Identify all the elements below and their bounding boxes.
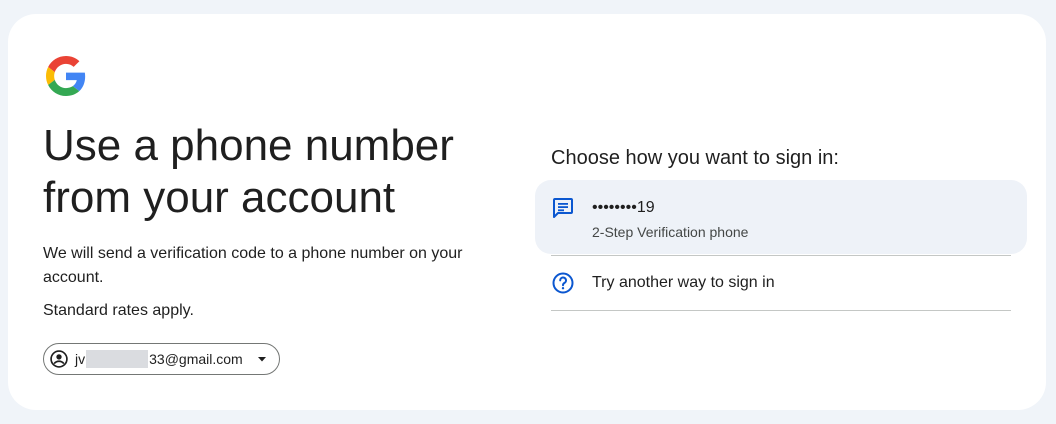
- option-phone-verification[interactable]: ••••••••19 2-Step Verification phone: [535, 180, 1027, 254]
- google-logo: [46, 56, 86, 96]
- signin-card: Use a phone number from your account We …: [8, 14, 1046, 410]
- verification-description: We will send a verification code to a ph…: [43, 245, 463, 286]
- account-chooser-button[interactable]: jv 33@gmail.com: [43, 343, 280, 375]
- page-title: Use a phone number from your account: [43, 120, 503, 224]
- option-try-another-way[interactable]: Try another way to sign in: [535, 257, 1027, 307]
- caret-down-icon: [257, 357, 266, 362]
- account-email: jv 33@gmail.com: [75, 350, 243, 368]
- page-title-line-1: Use a phone number: [43, 121, 454, 170]
- phone-description: 2-Step Verification phone: [592, 224, 749, 240]
- choose-signin-title: Choose how you want to sign in:: [551, 147, 839, 169]
- account-circle-icon: [50, 350, 68, 368]
- page-title-line-2: from your account: [43, 173, 396, 222]
- message-icon: [553, 198, 573, 218]
- account-email-suffix: 33@gmail.com: [149, 351, 243, 367]
- email-redaction: [86, 350, 149, 368]
- masked-phone-number: ••••••••19: [592, 199, 655, 216]
- account-email-prefix: jv: [75, 351, 86, 367]
- divider: [551, 255, 1011, 256]
- try-another-way-label: Try another way to sign in: [592, 274, 775, 291]
- divider: [551, 310, 1011, 311]
- help-circle-icon: [552, 272, 574, 294]
- rates-note: Standard rates apply.: [43, 302, 194, 319]
